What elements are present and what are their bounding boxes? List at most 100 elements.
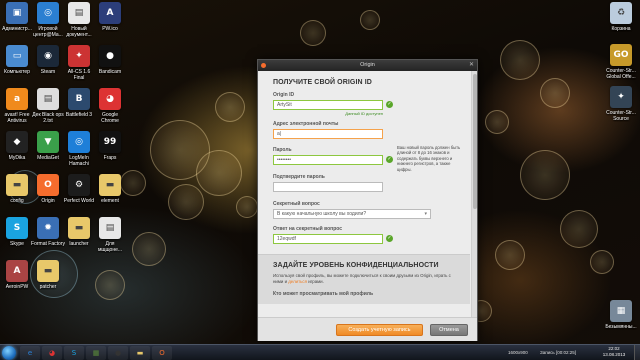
- form-heading: ПОЛУЧИТЕ СВОЙ ORIGIN ID: [273, 79, 372, 86]
- desktop-shortcut[interactable]: ▼ MediaGet: [31, 131, 65, 161]
- desktop-shortcut[interactable]: ▬ patcher: [31, 260, 65, 290]
- folder-taskbar-icon[interactable]: ▬: [130, 346, 150, 360]
- folder-icon: ▬: [37, 260, 59, 282]
- start-button[interactable]: [2, 346, 16, 360]
- desktop-shortcut-label: patcher: [39, 284, 57, 290]
- system-clock[interactable]: 22:02 13.08.2013: [600, 346, 628, 358]
- desktop-shortcut-label: Battlefield 3: [65, 112, 93, 118]
- desktop-shortcut[interactable]: ◕ Google Chrome: [93, 88, 127, 124]
- cancel-button[interactable]: Отмена: [430, 324, 468, 336]
- confirm-password-input[interactable]: [273, 182, 383, 192]
- desktop-shortcut[interactable]: ● Bandicam: [93, 45, 127, 75]
- confirm-password-label: Подтвердите пароль: [273, 174, 325, 180]
- document-icon: ▤: [68, 2, 90, 24]
- chrome-icon: ◕: [99, 88, 121, 110]
- show-desktop-button[interactable]: [634, 345, 640, 360]
- desktop-shortcut-label: LogMeIn Hamachi: [69, 155, 89, 167]
- ie-icon[interactable]: e: [20, 346, 40, 360]
- desktop-shortcut[interactable]: ▣ Администр...: [0, 2, 34, 32]
- desktop-shortcut[interactable]: S Skype: [0, 217, 34, 247]
- desktop-shortcut[interactable]: ✦ All-CS 1.6 Final: [62, 45, 96, 81]
- origin-taskbar-icon[interactable]: O: [152, 346, 172, 360]
- secret-answer-input[interactable]: 12eqwdf: [273, 234, 383, 244]
- privacy-section: ЗАДАЙТЕ УРОВЕНЬ КОНФИДЕНЦИАЛЬНОСТИ Испол…: [258, 254, 470, 304]
- origin-icon: O: [37, 174, 59, 196]
- desktop-shortcut[interactable]: ✦ Counter-Str... Source: [604, 86, 638, 122]
- desktop-shortcut[interactable]: A PW.ico: [93, 2, 127, 32]
- window-titlebar[interactable]: Origin ✕: [258, 60, 477, 71]
- desktop-shortcut[interactable]: ▬ launcher: [62, 217, 96, 247]
- desktop-shortcut[interactable]: ♻ Корзина: [604, 2, 638, 32]
- secret-question-value: В какую начальную школу вы ходили?: [277, 211, 367, 217]
- form-scrollbar[interactable]: [471, 71, 477, 317]
- desktop-shortcut-label: element: [101, 198, 119, 204]
- bandicam-taskbar-icon-glyph: ●: [114, 349, 122, 357]
- image-file-icon: ▦: [610, 300, 632, 322]
- chrome-taskbar-icon[interactable]: ◕: [42, 346, 62, 360]
- folder-icon: ▬: [6, 174, 28, 196]
- battlefield-icon: B: [68, 88, 90, 110]
- perfect-world-icon: ⚙: [68, 174, 90, 196]
- desktop-shortcut-label: Игровой центр@Ма...: [33, 26, 63, 38]
- mediaget-icon: ▼: [37, 131, 59, 153]
- desktop-shortcut[interactable]: ◎ LogMeIn Hamachi: [62, 131, 96, 167]
- desktop-shortcut-label: Для мщщоне...: [97, 241, 123, 253]
- close-icon[interactable]: ✕: [467, 60, 476, 71]
- ie-icon-glyph: e: [27, 349, 33, 357]
- desktop-shortcut[interactable]: a avast! Free Antivirus: [0, 88, 34, 124]
- fraps-icon: 99: [99, 131, 121, 153]
- desktop-shortcut[interactable]: ◎ Игровой центр@Ма...: [31, 2, 65, 38]
- secret-question-select[interactable]: В какую начальную школу вы ходили? ▾: [273, 209, 431, 219]
- scrollbar-thumb[interactable]: [473, 74, 477, 209]
- profile-visibility-label: Кто может просматривать мой профиль: [273, 291, 374, 297]
- desktop-shortcut-label: Корзина: [611, 26, 631, 32]
- chrome-taskbar-icon-glyph: ◕: [48, 349, 56, 357]
- desktop-shortcut[interactable]: B Battlefield 3: [62, 88, 96, 118]
- origin-window: Origin ✕ ПОЛУЧИТЕ СВОЙ ORIGIN ID Origin …: [257, 59, 478, 341]
- desktop-shortcut[interactable]: ◉ Steam: [31, 45, 65, 75]
- desktop-shortcut[interactable]: ▤ Дек Black ops 2.txt: [31, 88, 65, 124]
- desktop-shortcut[interactable]: 99 Fraps: [93, 131, 127, 161]
- secret-answer-label: Ответ на секретный вопрос: [273, 226, 343, 232]
- desktop-shortcut-label: Perfect World: [63, 198, 95, 204]
- game-center-icon: ◎: [37, 2, 59, 24]
- desktop-shortcut[interactable]: ✹ Format Factory: [31, 217, 65, 247]
- bandicam-taskbar-icon[interactable]: ●: [108, 346, 128, 360]
- desktop-shortcut[interactable]: ▬ config: [0, 174, 34, 204]
- desktop-shortcut-label: All-CS 1.6 Final: [67, 69, 91, 81]
- avast-icon: a: [6, 88, 28, 110]
- desktop-shortcut-label: Origin: [41, 198, 55, 204]
- recycle-bin-icon: ♻: [610, 2, 632, 24]
- desktop-shortcut[interactable]: ▦ Безымянны...: [604, 300, 638, 330]
- desktop-shortcut[interactable]: ▭ Компьютер: [0, 45, 34, 75]
- email-input[interactable]: a|: [273, 129, 383, 139]
- desktop-shortcut-label: Безымянны...: [605, 324, 637, 330]
- aeroin-icon: A: [6, 260, 28, 282]
- desktop-shortcut[interactable]: A AeroinPW: [0, 260, 34, 290]
- window-footer: Создать учетную запись Отмена: [258, 317, 477, 341]
- desktop-shortcut[interactable]: ▤ Новый документ...: [62, 2, 96, 38]
- skype-taskbar-icon[interactable]: S: [64, 346, 84, 360]
- share-link[interactable]: делиться: [288, 279, 307, 284]
- csgo-icon: GO: [610, 44, 632, 66]
- create-account-button[interactable]: Создать учетную запись: [336, 324, 423, 336]
- desktop-shortcut-label: Дек Black ops 2.txt: [32, 112, 64, 124]
- minecraft-taskbar-icon[interactable]: ▦: [86, 346, 106, 360]
- taskbar: e ◕ S ▦ ● ▬ O 1600x900 Запись [00:02:25] 22:02…: [0, 344, 640, 360]
- desktop-shortcut-label: Компьютер: [4, 69, 30, 75]
- valid-check-icon: ✓: [386, 101, 393, 108]
- email-label: Адрес электронной почты: [273, 121, 339, 127]
- desktop-shortcut[interactable]: ▤ Для мщщоне...: [93, 217, 127, 253]
- document-icon: ▤: [99, 217, 121, 239]
- origin-id-input[interactable]: ArtySit: [273, 100, 383, 110]
- desktop-shortcut-label: PW.ico: [102, 26, 118, 32]
- desktop-shortcut[interactable]: ▬ element: [93, 174, 127, 204]
- desktop-shortcut[interactable]: ⚙ Perfect World: [62, 174, 96, 204]
- origin-logo-icon: [261, 63, 266, 68]
- desktop-shortcut[interactable]: O Origin: [31, 174, 65, 204]
- desktop-shortcut[interactable]: GO Counter-Str... Global Offe...: [604, 44, 638, 80]
- password-input[interactable]: ••••••••: [273, 155, 383, 165]
- desktop-shortcut[interactable]: ◆ MyDika: [0, 131, 34, 161]
- origin-id-label: Origin ID: [273, 92, 295, 98]
- computer-icon: ▭: [6, 45, 28, 67]
